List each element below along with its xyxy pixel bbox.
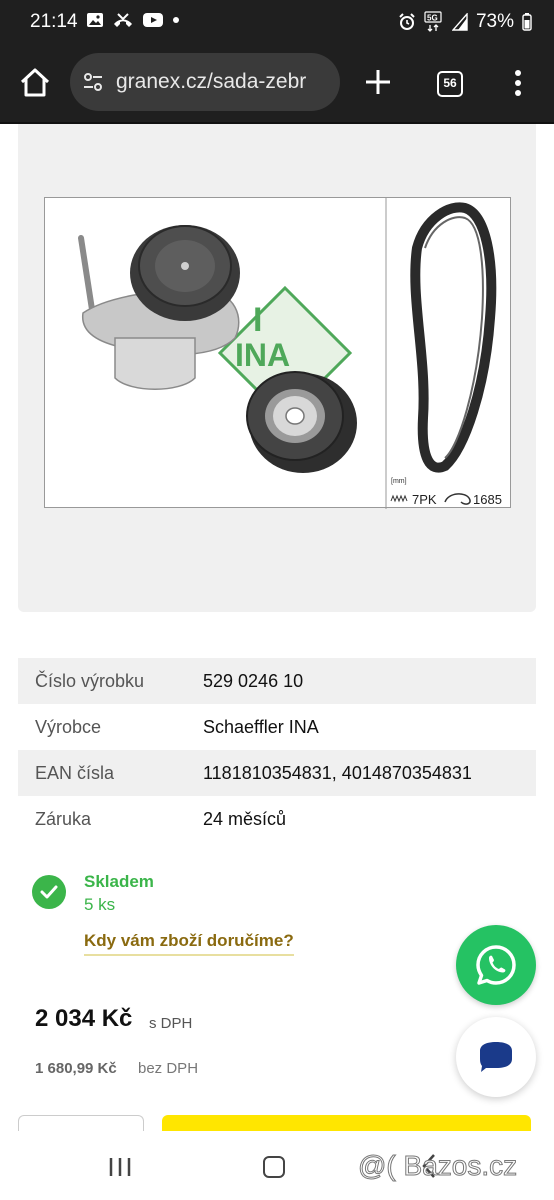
idler-pulley-part xyxy=(246,371,357,473)
signal-icon xyxy=(451,13,468,31)
youtube-icon xyxy=(143,13,163,27)
svg-text:5G: 5G xyxy=(427,14,438,23)
price-with-vat: 2 034 Kč xyxy=(35,1005,133,1032)
battery-percent: 73% xyxy=(475,11,514,32)
home-nav-icon[interactable] xyxy=(263,1156,285,1178)
image-icon xyxy=(87,13,103,27)
price-with-vat-note: s DPH xyxy=(149,1015,193,1032)
spec-value: 24 měsíců xyxy=(203,808,287,829)
delivery-info-link[interactable]: Kdy vám zboží doručíme? xyxy=(84,931,294,956)
alarm-icon xyxy=(399,13,415,30)
recent-apps-icon[interactable] xyxy=(108,1156,132,1178)
in-stock-check-icon xyxy=(32,875,66,909)
price-without-vat: 1 680,99 Kč xyxy=(35,1060,117,1077)
whatsapp-icon xyxy=(476,945,516,985)
dot-icon xyxy=(173,17,179,23)
url-text[interactable]: granex.cz/sada-zebr xyxy=(116,70,332,94)
belt-kit-illustration: I INA [mm] 7PK 1685 xyxy=(78,198,502,509)
spec-label: Výrobce xyxy=(35,716,102,737)
new-tab-icon[interactable] xyxy=(362,66,394,98)
rib-profile-icon xyxy=(390,494,408,503)
spec-row: Číslo výrobku 529 0246 10 xyxy=(18,658,536,704)
spec-label: Záruka xyxy=(35,808,92,829)
stock-status-label: Skladem xyxy=(84,872,154,891)
belt-length-icon xyxy=(444,493,471,505)
svg-text:INA: INA xyxy=(235,337,290,373)
product-specs-table: Číslo výrobku 529 0246 10 Výrobce Schaef… xyxy=(18,658,536,842)
spec-value: Schaeffler INA xyxy=(203,716,319,737)
battery-icon xyxy=(522,13,532,31)
spec-row: EAN čísla 1181810354831, 4014870354831 xyxy=(18,750,536,796)
home-icon[interactable] xyxy=(16,64,54,102)
price-without-vat-note: bez DPH xyxy=(138,1060,199,1077)
chat-icon xyxy=(480,1042,512,1072)
missed-call-icon xyxy=(114,13,132,27)
whatsapp-button[interactable] xyxy=(456,925,536,1005)
site-settings-icon[interactable] xyxy=(82,71,104,93)
chat-button[interactable] xyxy=(456,1017,536,1097)
browser-toolbar: granex.cz/sada-zebr 56 xyxy=(0,44,554,122)
stock-quantity: 5 ks xyxy=(84,895,116,914)
spec-value: 529 0246 10 xyxy=(203,670,304,691)
more-menu-icon[interactable] xyxy=(510,68,526,98)
unit-label: [mm] xyxy=(391,478,407,485)
watermark: @( Bazos.cz xyxy=(357,1150,518,1182)
spec-label: EAN čísla xyxy=(35,762,115,783)
status-bar: 21:14 5G 73% xyxy=(0,0,554,44)
clock: 21:14 xyxy=(30,11,78,32)
product-image[interactable]: I INA [mm] 7PK 1685 xyxy=(44,197,511,509)
belt-profile-label: 7PK xyxy=(412,492,437,507)
address-bar[interactable]: granex.cz/sada-zebr xyxy=(70,53,340,111)
5g-icon: 5G xyxy=(424,11,442,32)
ribbed-belt-part xyxy=(410,202,497,473)
spec-row: Výrobce Schaeffler INA xyxy=(18,704,536,750)
spec-value: 1181810354831, 4014870354831 xyxy=(203,762,472,783)
spec-label: Číslo výrobku xyxy=(35,670,145,691)
tab-switcher-button[interactable]: 56 xyxy=(437,71,463,97)
product-image-card[interactable]: I INA [mm] 7PK 1685 xyxy=(18,124,536,612)
spec-row: Záruka 24 měsíců xyxy=(18,796,536,842)
tensioner-part xyxy=(78,225,240,390)
belt-length-label: 1685 xyxy=(473,492,502,507)
svg-text:I: I xyxy=(253,301,262,339)
